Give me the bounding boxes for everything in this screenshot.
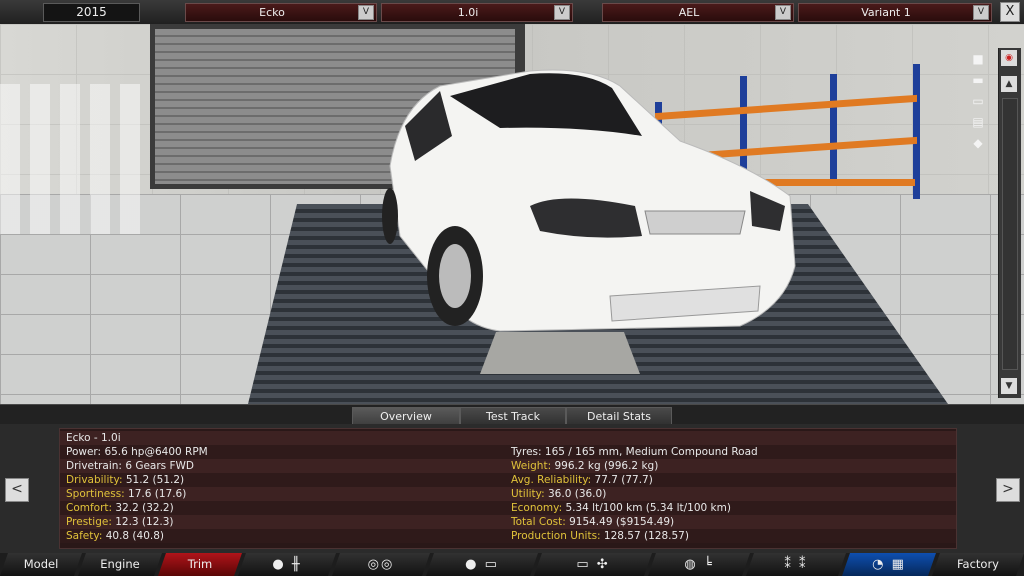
stat-row: Power: 65.6 hp@6400 RPM	[66, 445, 208, 459]
stat-row: Production Units: 128.57 (128.57)	[511, 529, 689, 543]
nav-chassis[interactable]: ● ╫	[238, 553, 336, 576]
car-top-icon[interactable]: ▤	[964, 115, 992, 129]
stat-row: Tyres: 165 / 165 mm, Medium Compound Roa…	[511, 445, 758, 459]
stat-row: Prestige: 12.3 (12.3)	[66, 515, 174, 529]
steering-seat-icon: ◍ ╘	[684, 557, 714, 572]
camera-icon[interactable]: ■	[964, 52, 992, 66]
scroll-up-button[interactable]: ▲	[1001, 76, 1017, 92]
stat-row: Drivability: 51.2 (51.2)	[66, 473, 184, 487]
chevron-down-icon[interactable]: V	[973, 5, 989, 20]
stat-value: 65.6 hp@6400 RPM	[104, 446, 208, 458]
close-button[interactable]: X	[1000, 2, 1020, 22]
wheels-icon: ◎◎	[367, 557, 395, 572]
car-front-icon[interactable]: ▬	[964, 73, 992, 87]
stat-label: Tyres:	[511, 446, 545, 458]
stat-row: Comfort: 32.2 (32.2)	[66, 501, 174, 515]
stat-label: Sportiness:	[66, 488, 129, 500]
stat-value: 32.2 (32.2)	[115, 502, 174, 514]
gauge-flag-icon: ◔ ▦	[872, 557, 906, 572]
chevron-down-icon[interactable]: V	[554, 5, 570, 20]
eye-icon[interactable]: ◉	[1001, 50, 1017, 66]
stat-value: 77.7 (77.7)	[594, 474, 653, 486]
nav-factory[interactable]: Factory	[932, 553, 1024, 576]
info-panel: < > Ecko - 1.0i Power: 65.6 hp@6400 RPM D…	[0, 424, 1024, 553]
stat-value: 12.3 (12.3)	[115, 516, 174, 528]
model-dropdown-label: Ecko	[259, 6, 285, 19]
stat-label: Comfort:	[66, 502, 116, 514]
stat-value: 5.34 lt/100 km (5.34 lt/100 km)	[565, 502, 731, 514]
next-button[interactable]: >	[996, 478, 1020, 502]
car-title: Ecko - 1.0i	[66, 432, 121, 444]
stat-row: Weight: 996.2 kg (996.2 kg)	[511, 459, 658, 473]
nav-engine[interactable]: Engine	[78, 553, 162, 576]
stat-row: Utility: 36.0 (36.0)	[511, 487, 606, 501]
car-model[interactable]	[380, 66, 800, 346]
chevron-down-icon[interactable]: V	[775, 5, 791, 20]
nav-body[interactable]: ● ▭	[426, 553, 538, 576]
stat-label: Drivability:	[66, 474, 126, 486]
stat-value: 6 Gears FWD	[125, 460, 194, 472]
stat-value: 9154.49 ($9154.49)	[569, 516, 675, 528]
gearbox-icon: ● ╫	[272, 557, 302, 572]
zoom-scrollbar[interactable]: ◉ ▲ ▼	[998, 48, 1021, 398]
car-fan-icon: ▭ ✣	[576, 557, 610, 572]
stat-value: 996.2 kg (996.2 kg)	[554, 460, 659, 472]
stat-row: Sportiness: 17.6 (17.6)	[66, 487, 186, 501]
stat-row: Economy: 5.34 lt/100 km (5.34 lt/100 km)	[511, 501, 731, 515]
nav-wheels[interactable]: ◎◎	[332, 553, 430, 576]
variant-dropdown[interactable]: Variant 1 V	[798, 3, 992, 22]
nav-interior[interactable]: ◍ ╘	[648, 553, 750, 576]
nav-suspension[interactable]: ⁑ ⁑	[746, 553, 846, 576]
year-field[interactable]: 2015	[43, 3, 140, 22]
stat-value: 36.0 (36.0)	[548, 488, 607, 500]
stat-label: Economy:	[511, 502, 566, 514]
nav-aero[interactable]: ▭ ✣	[534, 553, 652, 576]
car-viewport[interactable]: ■ ▬ ▭ ▤ ◆ ◉ ▲ ▼ ✕	[0, 24, 1024, 404]
stat-row: Safety: 40.8 (40.8)	[66, 529, 164, 543]
stat-label: Utility:	[511, 488, 548, 500]
trim-dropdown-label: AEL	[678, 6, 700, 19]
stat-label: Drivetrain:	[66, 460, 126, 472]
stat-label: Avg. Reliability:	[511, 474, 595, 486]
stats-overview: Ecko - 1.0i Power: 65.6 hp@6400 RPM Drive…	[59, 428, 957, 549]
top-bar: 2015 Ecko V 1.0i V AEL V Variant 1 V X	[0, 0, 1024, 25]
model-dropdown[interactable]: Ecko V	[185, 3, 377, 22]
scroll-thumb[interactable]	[1002, 98, 1018, 370]
stat-value: 17.6 (17.6)	[128, 488, 187, 500]
camera-views: ■ ▬ ▭ ▤ ◆	[962, 52, 996, 157]
bottom-nav: Model Engine Trim ● ╫ ◎◎ ● ▭ ▭ ✣ ◍ ╘ ⁑ ⁑…	[0, 553, 1024, 576]
body-icon: ● ▭	[465, 557, 499, 572]
car-rear-icon[interactable]: ◆	[964, 136, 992, 150]
car-side-icon[interactable]: ▭	[964, 94, 992, 108]
stat-value: 165 / 165 mm, Medium Compound Road	[544, 446, 758, 458]
window-light	[0, 84, 150, 234]
stat-label: Safety:	[66, 530, 106, 542]
chevron-down-icon[interactable]: V	[358, 5, 374, 20]
stat-value: 51.2 (51.2)	[125, 474, 185, 486]
nav-testing[interactable]: ◔ ▦	[842, 553, 936, 576]
scroll-down-button[interactable]: ▼	[1001, 378, 1017, 394]
stat-value: 128.57 (128.57)	[603, 530, 689, 542]
engine-dropdown[interactable]: 1.0i V	[381, 3, 573, 22]
stat-label: Total Cost:	[511, 516, 570, 528]
stat-row: Total Cost: 9154.49 ($9154.49)	[511, 515, 674, 529]
stat-label: Weight:	[511, 460, 555, 472]
engine-dropdown-label: 1.0i	[457, 6, 479, 19]
nav-model[interactable]: Model	[0, 553, 82, 576]
stat-label: Power:	[66, 446, 105, 458]
stat-row: Avg. Reliability: 77.7 (77.7)	[511, 473, 653, 487]
trim-dropdown[interactable]: AEL V	[602, 3, 794, 22]
stat-label: Production Units:	[511, 530, 604, 542]
tab-bar: Overview Test Track Detail Stats	[0, 404, 1024, 427]
previous-button[interactable]: <	[5, 478, 29, 502]
stat-label: Prestige:	[66, 516, 116, 528]
stat-value: 40.8 (40.8)	[105, 530, 164, 542]
variant-dropdown-label: Variant 1	[861, 6, 911, 19]
suspension-icon: ⁑ ⁑	[784, 557, 808, 572]
nav-trim[interactable]: Trim	[158, 553, 242, 576]
stat-row: Drivetrain: 6 Gears FWD	[66, 459, 194, 473]
